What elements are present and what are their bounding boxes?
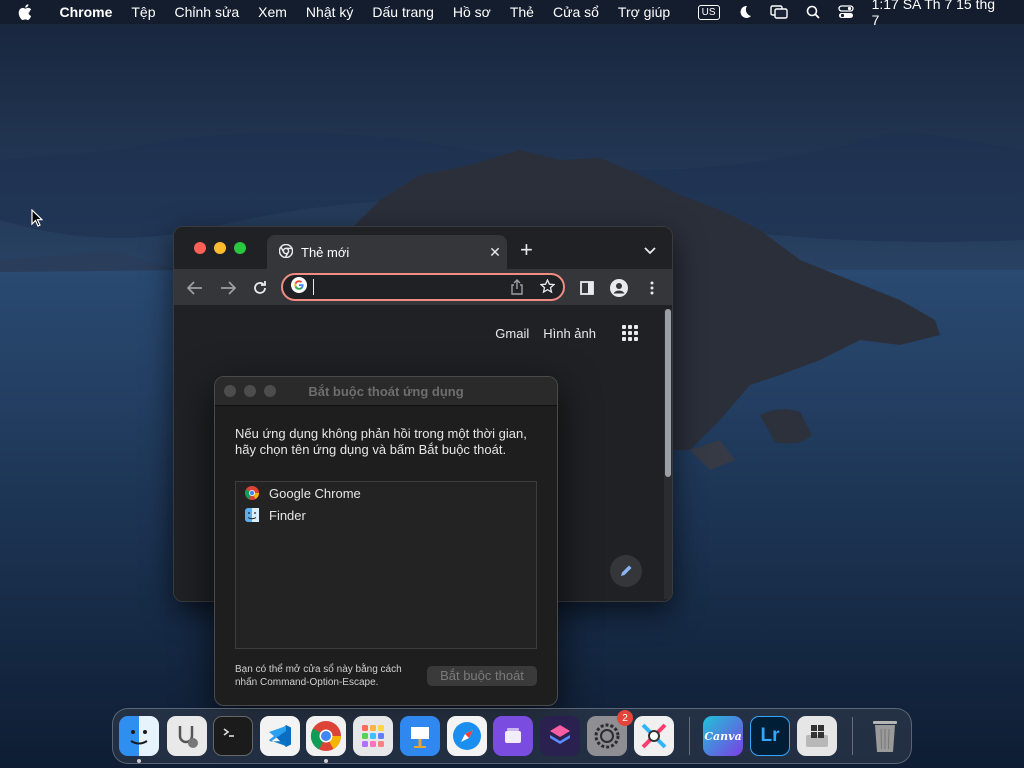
zoom-window-button[interactable] [234, 242, 246, 254]
lightroom-label: Lr [760, 725, 780, 746]
menu-help[interactable]: Trợ giúp [608, 4, 679, 20]
launchpad-dock-icon[interactable] [353, 716, 393, 756]
force-quit-button[interactable]: Bắt buộc thoát [427, 666, 537, 686]
control-center-icon[interactable] [837, 5, 854, 19]
menu-tab[interactable]: Thẻ [500, 4, 543, 20]
gmail-link[interactable]: Gmail [495, 326, 529, 341]
focus-moon-icon[interactable] [738, 5, 752, 19]
menubar-clock[interactable]: 1:17 SA Th 7 15 thg 7 [872, 0, 1006, 28]
finder-icon [245, 508, 259, 522]
app-purple-dock-icon[interactable] [493, 716, 533, 756]
spotlight-search-icon[interactable] [806, 5, 820, 19]
browser-toolbar [174, 269, 672, 305]
share-icon[interactable] [510, 279, 524, 300]
instruments-dock-icon[interactable] [634, 716, 674, 756]
list-item-finder[interactable]: Finder [236, 504, 536, 526]
more-menu-icon[interactable] [643, 279, 661, 297]
address-bar[interactable] [281, 273, 565, 301]
force-quit-hint: Bạn có thể mở cửa sổ này bằng cách nhấn … [235, 664, 402, 688]
images-link[interactable]: Hình ảnh [543, 326, 596, 341]
force-quit-message: Nếu ứng dụng không phản hồi trong một th… [235, 426, 527, 457]
back-arrow-icon[interactable] [186, 279, 204, 297]
app-name: Google Chrome [269, 485, 361, 501]
force-quit-dialog: Bắt buộc thoát ứng dụng Nếu ứng dụng khô… [214, 376, 558, 706]
google-apps-icon[interactable] [622, 325, 638, 341]
safari-dock-icon[interactable] [447, 716, 487, 756]
canva-label: Canva [704, 729, 742, 743]
apple-menu-icon[interactable] [18, 4, 38, 20]
chrome-dock-icon[interactable] [306, 716, 346, 756]
customize-pencil-icon[interactable] [610, 555, 642, 587]
notification-badge: 2 [617, 710, 633, 726]
screen-mirroring-icon[interactable] [769, 5, 788, 19]
input-source-indicator[interactable]: US [697, 4, 720, 20]
close-tab-icon[interactable]: ✕ [483, 244, 507, 261]
tab-search-chevron-icon[interactable] [644, 242, 656, 260]
app-list[interactable]: Google Chrome Finder [235, 481, 537, 649]
finder-running-indicator [137, 759, 141, 763]
canva-dock-icon[interactable]: Canva [703, 716, 743, 756]
dock-separator [689, 717, 690, 755]
tab-strip: Thẻ mới ✕ + [174, 227, 672, 269]
shortcuts-dock-icon[interactable] [540, 716, 580, 756]
bookmark-star-icon[interactable] [539, 278, 556, 300]
list-item-google-chrome[interactable]: Google Chrome [236, 482, 536, 504]
chrome-favicon-icon [278, 243, 294, 261]
window-controls [194, 242, 246, 254]
system-settings-dock-icon[interactable]: 2 [587, 710, 633, 756]
text-cursor [313, 279, 314, 295]
keynote-dock-icon[interactable] [400, 716, 440, 756]
menu-history[interactable]: Nhật ký [296, 4, 362, 20]
reload-icon[interactable] [251, 279, 269, 297]
menu-edit[interactable]: Chỉnh sửa [165, 4, 249, 20]
menu-profiles[interactable]: Hồ sơ [443, 4, 500, 20]
google-g-icon [291, 276, 307, 298]
mouse-pointer-icon [31, 208, 44, 232]
forward-arrow-icon[interactable] [219, 279, 237, 297]
trash-dock-icon[interactable] [865, 716, 905, 756]
dock: 2 Canva Lr [112, 708, 912, 764]
close-window-button[interactable] [194, 242, 206, 254]
new-tab-button[interactable]: + [520, 239, 533, 261]
page-scrollbar[interactable] [664, 309, 672, 599]
vscode-dock-icon[interactable] [260, 716, 300, 756]
boot-camp-dock-icon[interactable] [797, 716, 837, 756]
scrollbar-thumb[interactable] [665, 309, 671, 477]
dock-separator [852, 717, 853, 755]
google-top-links: Gmail Hình ảnh [495, 325, 638, 341]
minimize-window-button[interactable] [214, 242, 226, 254]
finder-dock-icon[interactable] [119, 716, 159, 756]
terminal-dock-icon[interactable] [213, 716, 253, 756]
side-panel-icon[interactable] [578, 279, 596, 297]
app-name: Finder [269, 507, 306, 523]
menu-app-name[interactable]: Chrome [50, 4, 122, 20]
menu-bookmarks[interactable]: Dấu trang [363, 4, 443, 20]
menu-window[interactable]: Cửa sổ [543, 4, 608, 20]
tab-title: Thẻ mới [301, 244, 350, 260]
chrome-icon [245, 486, 259, 500]
lightroom-dock-icon[interactable]: Lr [750, 716, 790, 756]
tab-new-tab[interactable]: Thẻ mới ✕ [267, 235, 507, 269]
menu-view[interactable]: Xem [249, 4, 297, 20]
menu-file[interactable]: Tệp [122, 4, 165, 20]
chrome-running-indicator [324, 759, 328, 763]
system-information-dock-icon[interactable] [167, 716, 207, 756]
menu-bar: Chrome Tệp Chỉnh sửa Xem Nhật ký Dấu tra… [0, 0, 1024, 28]
profile-avatar-icon[interactable] [610, 279, 628, 297]
force-quit-title: Bắt buộc thoát ứng dụng [308, 384, 464, 399]
force-quit-titlebar: Bắt buộc thoát ứng dụng [215, 377, 557, 406]
